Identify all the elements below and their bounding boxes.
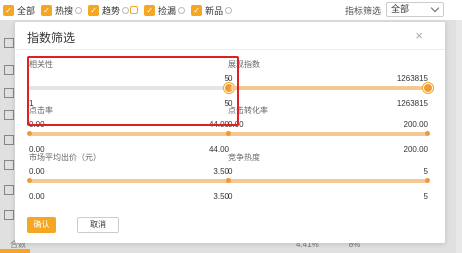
checkbox-checked-icon[interactable]: ✓	[144, 4, 156, 16]
filter-hot-search[interactable]: ✓ 热搜	[41, 4, 83, 17]
filter-new-label: 新品	[205, 5, 224, 16]
filter-pickup-label: 捡漏	[158, 5, 177, 16]
slider-handle-max[interactable]	[425, 178, 430, 183]
slider-min-input[interactable]: 0.00	[29, 167, 45, 176]
filter-pickup[interactable]: ✓ 捡漏	[144, 4, 186, 17]
checkbox-checked-icon[interactable]: ✓	[3, 4, 14, 16]
slider-handle-min[interactable]	[226, 131, 231, 136]
filter-hot-search-label: 热搜	[55, 5, 74, 16]
index-filter-modal: 指数筛选 × 相关性 5 1 5 展现指数 0 1263815 0 126381…	[15, 22, 445, 243]
close-icon[interactable]: ×	[415, 28, 423, 43]
highlight-box	[27, 56, 239, 126]
slider-competition: 竞争热度 0 5 0 5	[226, 152, 430, 202]
slider-handle-min[interactable]	[27, 178, 32, 183]
slider-range-min: 0	[228, 192, 233, 201]
slider-max-input[interactable]: 200.00	[404, 120, 428, 129]
slider-max-input[interactable]: 3.50	[213, 167, 229, 176]
slider-handle-max[interactable]	[423, 83, 433, 93]
tag-icon	[130, 6, 139, 14]
slider-impression-index: 展现指数 0 1263815 0 1263815	[226, 59, 433, 109]
slider-track[interactable]	[228, 86, 428, 90]
filter-trend-label: 趋势	[102, 5, 121, 16]
slider-avg-bid: 市场平均出价（元） 0.00 3.50 0.00 3.50	[27, 152, 231, 202]
slider-handle-min[interactable]	[226, 178, 231, 183]
divider	[15, 49, 445, 50]
index-filter-select[interactable]: 全部	[386, 2, 444, 17]
chevron-down-icon	[430, 3, 440, 13]
help-icon[interactable]	[178, 6, 186, 14]
slider-click-conversion: 点击转化率 0.00 200.00 200.00	[226, 105, 430, 155]
slider-track[interactable]	[228, 132, 428, 136]
filter-trend[interactable]: ✓ 趋势	[88, 4, 139, 17]
slider-label: 市场平均出价（元）	[29, 153, 101, 162]
slider-handle-min[interactable]	[27, 131, 32, 136]
index-filter-label: 指标筛选	[345, 6, 382, 16]
slider-label: 竞争热度	[228, 153, 260, 162]
slider-min-input[interactable]: 0	[228, 167, 232, 176]
slider-track[interactable]	[228, 179, 428, 183]
cancel-button[interactable]: 取消	[77, 217, 119, 233]
slider-range-max: 5	[423, 192, 428, 201]
slider-track[interactable]	[29, 132, 229, 136]
filter-all[interactable]: ✓ 全部	[3, 4, 35, 17]
scroll-indicator	[0, 249, 30, 253]
slider-range-max: 3.50	[213, 192, 229, 201]
filter-all-label: 全部	[17, 5, 36, 16]
slider-label: 点击转化率	[228, 106, 268, 115]
checkbox-checked-icon[interactable]: ✓	[191, 4, 203, 16]
help-icon[interactable]	[225, 6, 233, 14]
checkbox-checked-icon[interactable]: ✓	[41, 4, 53, 16]
filter-new[interactable]: ✓ 新品	[191, 4, 233, 17]
slider-handle-max[interactable]	[425, 131, 430, 136]
help-icon[interactable]	[122, 6, 130, 14]
scrollbar[interactable]	[456, 20, 462, 253]
slider-max-input[interactable]: 1263815	[397, 74, 428, 83]
slider-label: 展现指数	[228, 60, 260, 69]
slider-range-min: 0.00	[29, 192, 45, 201]
filter-bar: ✓ 全部 ✓ 热搜 ✓ 趋势 ✓ 捡漏 ✓ 新品 指标筛选 全部	[0, 0, 462, 20]
confirm-button[interactable]: 确认	[27, 217, 56, 233]
index-filter-value: 全部	[391, 4, 410, 14]
slider-track[interactable]	[29, 179, 229, 183]
checkbox-checked-icon[interactable]: ✓	[88, 4, 100, 16]
modal-title: 指数筛选	[27, 31, 76, 45]
help-icon[interactable]	[75, 6, 83, 14]
slider-max-input[interactable]: 5	[424, 167, 428, 176]
